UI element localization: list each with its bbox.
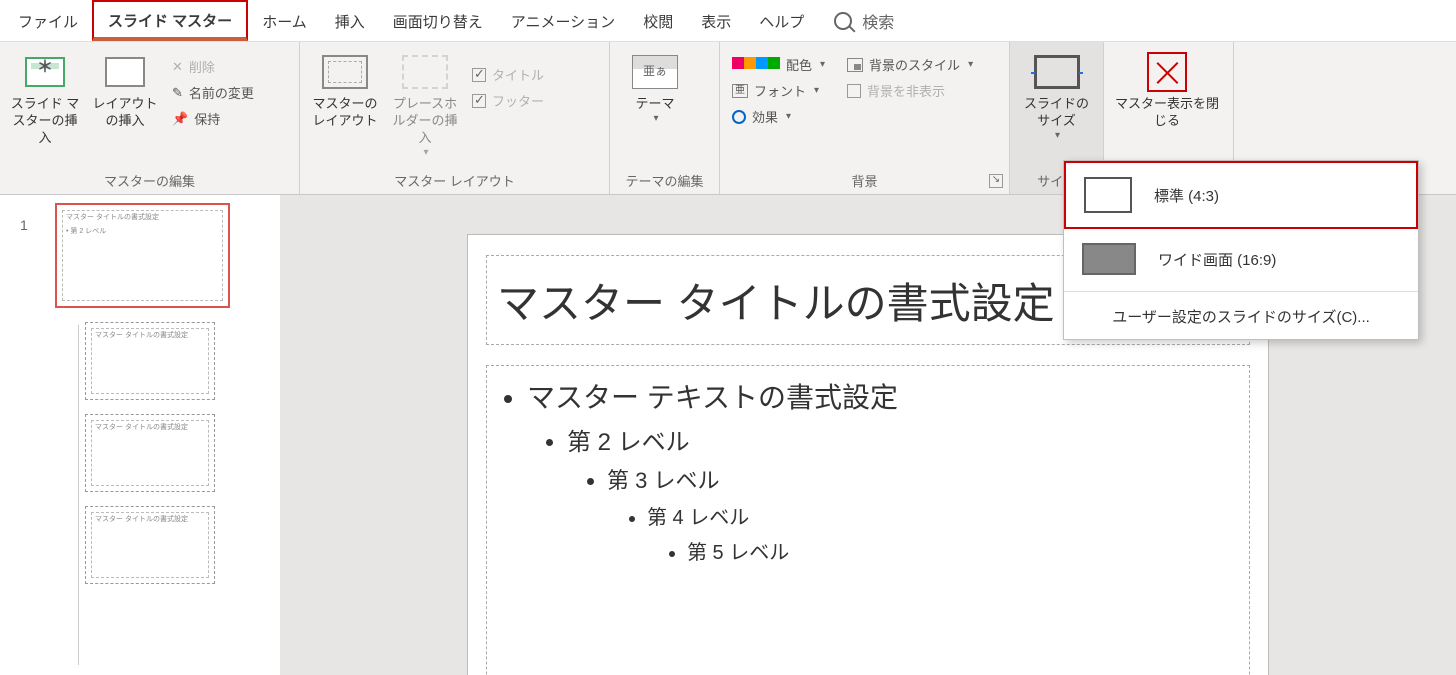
hide-bg-checkbox[interactable]: 背景を非表示 (843, 78, 977, 103)
size-widescreen-option[interactable]: ワイド画面 (16:9) (1064, 229, 1418, 289)
delete-icon: ✕ (172, 59, 183, 75)
rename-button[interactable]: ✎名前の変更 (168, 80, 258, 105)
checkbox-icon (472, 68, 486, 82)
bg-styles-button[interactable]: 背景のスタイル▾ (843, 52, 977, 77)
custom-slide-size-option[interactable]: ユーザー設定のスライドのサイズ(C)... (1064, 294, 1418, 339)
chevron-down-icon: ▾ (423, 147, 428, 158)
placeholder-icon (402, 55, 448, 89)
group-label-background: 背景 (728, 167, 1001, 194)
chevron-down-icon: ▾ (786, 111, 791, 122)
ratio-4-3-icon (1084, 177, 1132, 213)
insert-slide-master-button[interactable]: ＊ スライド マスターの挿入 (8, 48, 82, 147)
layout-thumbnail[interactable]: マスター タイトルの書式設定 (85, 322, 215, 400)
tab-file[interactable]: ファイル (4, 1, 92, 40)
preserve-icon: 📌 (172, 111, 188, 127)
close-icon (1147, 52, 1187, 92)
tab-home[interactable]: ホーム (248, 1, 321, 40)
tab-animation[interactable]: アニメーション (497, 1, 629, 40)
checkbox-icon (472, 94, 486, 108)
master-layout-button[interactable]: マスターのレイアウト (308, 48, 382, 130)
chevron-down-icon: ▾ (814, 85, 819, 96)
tab-review[interactable]: 校閲 (629, 1, 687, 40)
ribbon-tabs: ファイル スライド マスター ホーム 挿入 画面切り替え アニメーション 校閲 … (0, 0, 1456, 42)
slide-size-icon (1034, 55, 1080, 89)
ratio-16-9-icon (1082, 243, 1136, 275)
theme-icon (632, 55, 678, 89)
layout-icon (105, 57, 145, 87)
slide-number: 1 (20, 217, 28, 233)
fonts-button[interactable]: 亜フォント▾ (728, 78, 829, 103)
search-box[interactable]: 検索 (824, 9, 894, 33)
tab-help[interactable]: ヘルプ (745, 1, 818, 40)
title-checkbox[interactable]: タイトル (468, 62, 548, 87)
rename-icon: ✎ (172, 85, 183, 101)
colors-button[interactable]: 配色▾ (728, 52, 829, 77)
slide-thumbnail-panel[interactable]: 1 マスター タイトルの書式設定 • 第 2 レベル マスター タイトルの書式設… (0, 195, 280, 675)
separator (1064, 291, 1418, 292)
master-thumbnail[interactable]: マスター タイトルの書式設定 • 第 2 レベル (55, 203, 230, 308)
slide-master-icon: ＊ (25, 57, 65, 87)
search-icon (834, 12, 852, 30)
effects-button[interactable]: 効果▾ (728, 104, 829, 129)
group-edit-theme: テーマ▾ テーマの編集 (610, 42, 720, 194)
footer-checkbox[interactable]: フッター (468, 88, 548, 113)
group-master-layout: マスターのレイアウト プレースホルダーの挿入▾ タイトル フッター マスター レ… (300, 42, 610, 194)
tab-view[interactable]: 表示 (687, 1, 745, 40)
search-placeholder: 検索 (862, 9, 894, 33)
fonts-icon: 亜 (732, 84, 748, 98)
group-label-edit-theme: テーマの編集 (618, 167, 711, 194)
insert-placeholder-button[interactable]: プレースホルダーの挿入▾ (388, 48, 462, 158)
slide-size-dropdown: 標準 (4:3) ワイド画面 (16:9) ユーザー設定のスライドのサイズ(C)… (1063, 160, 1419, 340)
body-placeholder[interactable]: マスター テキストの書式設定 第 2 レベル 第 3 レベル 第 4 レベル 第… (486, 365, 1250, 675)
effects-icon (732, 110, 746, 124)
delete-button[interactable]: ✕削除 (168, 54, 258, 79)
tab-slide-master[interactable]: スライド マスター (92, 0, 248, 41)
group-label-edit-master: マスターの編集 (8, 167, 291, 194)
layout-thumbnail[interactable]: マスター タイトルの書式設定 (85, 506, 215, 584)
close-master-button[interactable]: マスター表示を閉じる (1112, 48, 1222, 130)
theme-button[interactable]: テーマ▾ (618, 48, 692, 124)
background-dialog-launcher[interactable]: ↘ (989, 174, 1003, 188)
chevron-down-icon: ▾ (653, 113, 658, 124)
layout-thumbnail[interactable]: マスター タイトルの書式設定 (85, 414, 215, 492)
insert-layout-button[interactable]: レイアウトの挿入 (88, 48, 162, 130)
group-background: 配色▾ 亜フォント▾ 効果▾ 背景のスタイル▾ 背景を非表示 ↘ 背景 (720, 42, 1010, 194)
group-label-master-layout: マスター レイアウト (308, 167, 601, 194)
chevron-down-icon: ▾ (820, 59, 825, 70)
slide-size-button[interactable]: スライドのサイズ▾ (1018, 48, 1095, 141)
tab-transition[interactable]: 画面切り替え (379, 1, 497, 40)
colors-icon (732, 57, 780, 72)
bg-style-icon (847, 58, 863, 72)
checkbox-icon (847, 84, 861, 98)
size-standard-option[interactable]: 標準 (4:3) (1064, 161, 1418, 229)
chevron-down-icon: ▾ (1055, 130, 1060, 141)
group-edit-master: ＊ スライド マスターの挿入 レイアウトの挿入 ✕削除 ✎名前の変更 📌保持 マ… (0, 42, 300, 194)
master-layout-icon (322, 55, 368, 89)
chevron-down-icon: ▾ (968, 59, 973, 70)
tab-insert[interactable]: 挿入 (321, 1, 379, 40)
preserve-button[interactable]: 📌保持 (168, 106, 258, 131)
